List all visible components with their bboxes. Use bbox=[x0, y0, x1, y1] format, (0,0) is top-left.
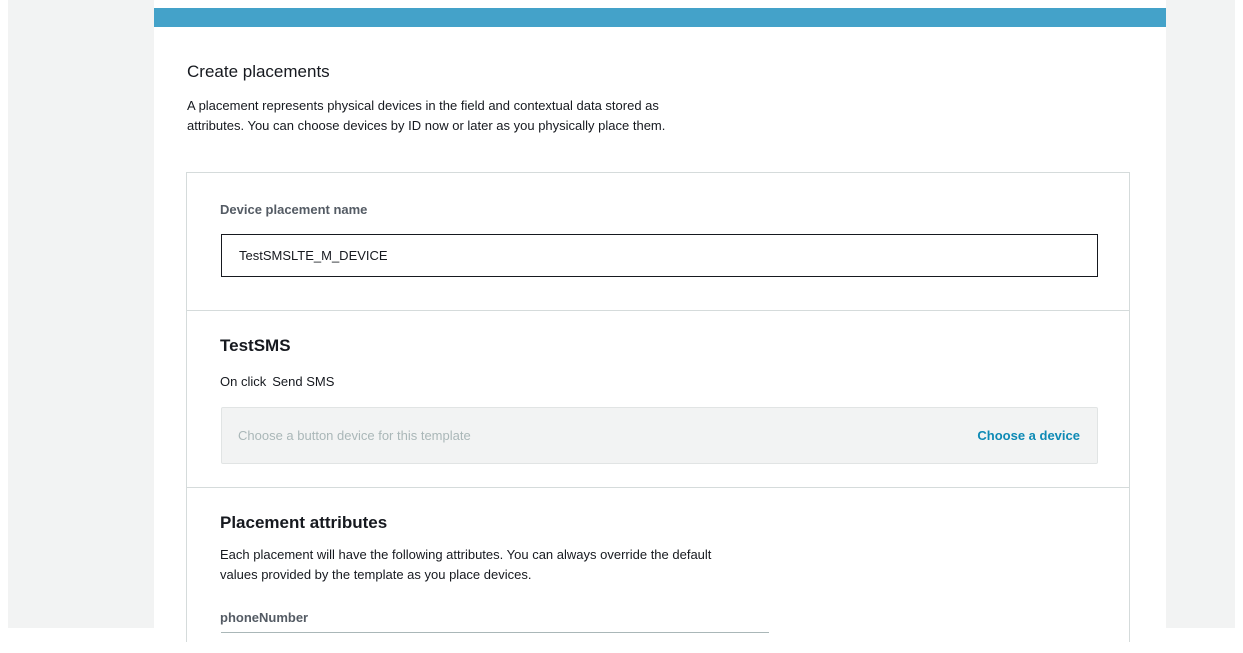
placement-attributes-description: Each placement will have the following a… bbox=[220, 545, 840, 585]
device-placement-section: Device placement name bbox=[187, 173, 1129, 311]
device-placement-name-input[interactable] bbox=[221, 234, 1098, 277]
device-placement-name-label: Device placement name bbox=[220, 202, 368, 217]
device-placeholder: Choose a button device for this template bbox=[238, 428, 471, 443]
template-name: TestSMS bbox=[220, 336, 291, 355]
trigger-action-line: On click Send SMS bbox=[220, 374, 334, 389]
placement-card: Device placement name TestSMS On click Se… bbox=[186, 172, 1130, 642]
trigger-label: On click bbox=[220, 374, 267, 389]
action-label: Send SMS bbox=[272, 374, 335, 389]
page-title: Create placements bbox=[187, 62, 330, 81]
page-description-line-2: attributes. You can choose devices by ID… bbox=[187, 118, 666, 133]
template-section: TestSMS On click Send SMS Choose a button… bbox=[187, 311, 1129, 488]
page-description-line-1: A placement represents physical devices … bbox=[187, 98, 659, 113]
placement-attributes-title: Placement attributes bbox=[220, 513, 388, 532]
wizard-panel: Create placements A placement represents… bbox=[154, 0, 1166, 642]
device-chooser[interactable]: Choose a button device for this template… bbox=[221, 407, 1098, 464]
placement-attributes-section: Placement attributes Each placement will… bbox=[187, 488, 1129, 648]
attribute-label-phonenumber: phoneNumber bbox=[220, 610, 309, 625]
placement-attributes-description-line-1: Each placement will have the following a… bbox=[220, 547, 712, 562]
accent-bar bbox=[154, 8, 1166, 27]
page-description: A placement represents physical devices … bbox=[187, 96, 807, 136]
phone-number-input[interactable] bbox=[221, 632, 769, 653]
placement-attributes-description-line-2: values provided by the template as you p… bbox=[220, 567, 532, 582]
choose-device-link[interactable]: Choose a device bbox=[977, 428, 1080, 443]
